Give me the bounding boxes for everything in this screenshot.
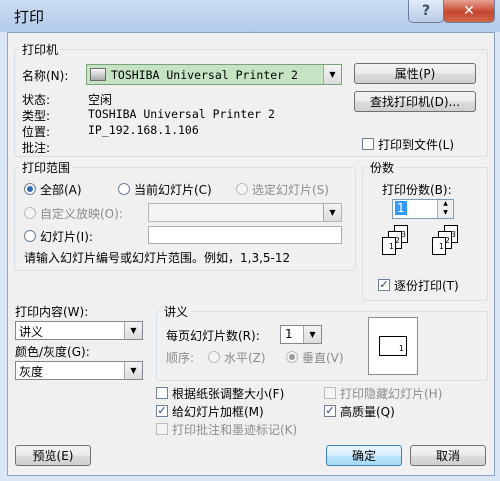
print-what-value: 讲义: [19, 325, 44, 339]
print-to-file-checkbox[interactable]: [362, 138, 374, 150]
order-horizontal-radio[interactable]: [208, 351, 220, 363]
color-value: 灰度: [19, 365, 44, 379]
copies-count-input[interactable]: 1 ▲ ▼: [392, 199, 454, 219]
chevron-down-icon: ▼: [323, 65, 341, 84]
order-vertical-label: 垂直(V): [302, 351, 344, 365]
range-selection-radio[interactable]: [236, 183, 248, 195]
close-button[interactable]: ✕: [443, 0, 495, 23]
close-icon: ✕: [463, 3, 475, 19]
print-what-label: 打印内容(W):: [15, 305, 89, 319]
help-icon: ?: [421, 3, 431, 19]
handout-preview: 1: [368, 317, 418, 375]
scale-to-fit-checkbox[interactable]: [156, 387, 168, 399]
range-slides-label: 幻灯片(I):: [40, 230, 93, 244]
range-all-radio[interactable]: [24, 183, 36, 195]
printer-name-label: 名称(N):: [22, 69, 69, 83]
order-horizontal-label: 水平(Z): [224, 351, 266, 365]
type-value: TOSHIBA Universal Printer 2: [88, 107, 275, 121]
range-selection-label: 选定幻灯片(S): [252, 183, 329, 197]
printer-icon: [90, 68, 106, 81]
high-quality-label: 高质量(Q): [340, 405, 395, 419]
preview-button[interactable]: 预览(E): [15, 445, 91, 466]
ok-button[interactable]: 确定: [326, 445, 402, 466]
print-comments-checkbox[interactable]: [156, 423, 168, 435]
order-vertical-radio[interactable]: [286, 351, 298, 363]
custom-show-select[interactable]: ▼: [148, 203, 342, 222]
per-page-select[interactable]: 1 ▼: [280, 325, 322, 344]
frame-slides-label: 给幻灯片加框(M): [172, 405, 264, 419]
cancel-button[interactable]: 取消: [410, 445, 486, 466]
print-what-select[interactable]: 讲义 ▼: [15, 321, 143, 340]
chevron-down-icon: ▼: [124, 362, 142, 379]
window-title: 打印: [14, 8, 45, 26]
printer-name-select[interactable]: TOSHIBA Universal Printer 2 ▼: [86, 64, 342, 85]
chevron-down-icon: ▼: [303, 326, 321, 343]
printer-group-label: 打印机: [19, 41, 62, 58]
collate-checkbox[interactable]: ✓: [378, 279, 390, 291]
range-all-label: 全部(A): [40, 183, 82, 197]
comment-label: 批注:: [22, 141, 51, 155]
range-custom-radio[interactable]: [24, 207, 36, 219]
find-printer-button[interactable]: 查找打印机(D)...: [354, 91, 476, 112]
printer-name-value: TOSHIBA Universal Printer 2: [111, 68, 298, 82]
status-value: 空闲: [88, 93, 113, 107]
per-page-value: 1: [285, 327, 293, 341]
range-current-radio[interactable]: [118, 183, 130, 195]
handouts-group-label: 讲义: [161, 303, 192, 320]
print-comments-label: 打印批注和墨迹标记(K): [172, 423, 298, 437]
collate-page-icon: 1: [432, 237, 446, 255]
status-label: 状态:: [22, 93, 51, 107]
scale-to-fit-label: 根据纸张调整大小(F): [172, 387, 285, 401]
chevron-down-icon: ▼: [124, 322, 142, 339]
order-label: 顺序:: [166, 351, 195, 365]
collate-label: 逐份打印(T): [394, 279, 459, 293]
chevron-down-icon: ▼: [323, 204, 341, 221]
print-hidden-checkbox[interactable]: [324, 387, 336, 399]
spin-up-icon[interactable]: ▲: [437, 200, 453, 209]
location-value: IP_192.168.1.106: [88, 123, 199, 137]
high-quality-checkbox[interactable]: ✓: [324, 405, 336, 417]
per-page-label: 每页幻灯片数(R):: [166, 329, 260, 343]
print-hidden-label: 打印隐藏幻灯片(H): [340, 387, 443, 401]
print-to-file-label: 打印到文件(L): [378, 138, 455, 152]
color-select[interactable]: 灰度 ▼: [15, 361, 143, 380]
slides-input[interactable]: [148, 226, 342, 244]
collate-page-icon: 1: [382, 237, 396, 255]
range-slides-radio[interactable]: [24, 230, 36, 242]
collate-icon-set-2: 3 2 1: [424, 225, 474, 269]
handout-preview-slide: 1: [379, 336, 407, 356]
properties-button[interactable]: 属性(P): [354, 63, 476, 84]
range-custom-label: 自定义放映(O):: [40, 207, 123, 221]
dialog-client: 打印机 名称(N): TOSHIBA Universal Printer 2 ▼…: [7, 32, 495, 476]
collate-icon-set-1: 3 2 1: [374, 225, 424, 269]
frame-slides-checkbox[interactable]: ✓: [156, 405, 168, 417]
copies-count-value: 1: [395, 201, 407, 215]
range-current-label: 当前幻灯片(C): [134, 183, 212, 197]
copies-group-label: 份数: [367, 159, 398, 176]
help-button[interactable]: ?: [408, 0, 444, 23]
print-range-label: 打印范围: [19, 159, 74, 176]
color-label: 颜色/灰度(G):: [15, 345, 90, 359]
type-label: 类型:: [22, 109, 51, 123]
location-label: 位置:: [22, 125, 51, 139]
copies-count-label: 打印份数(B):: [382, 183, 452, 197]
range-hint: 请输入幻灯片编号或幻灯片范围。例如，1,3,5-12: [24, 251, 291, 265]
spin-down-icon[interactable]: ▼: [437, 209, 453, 218]
